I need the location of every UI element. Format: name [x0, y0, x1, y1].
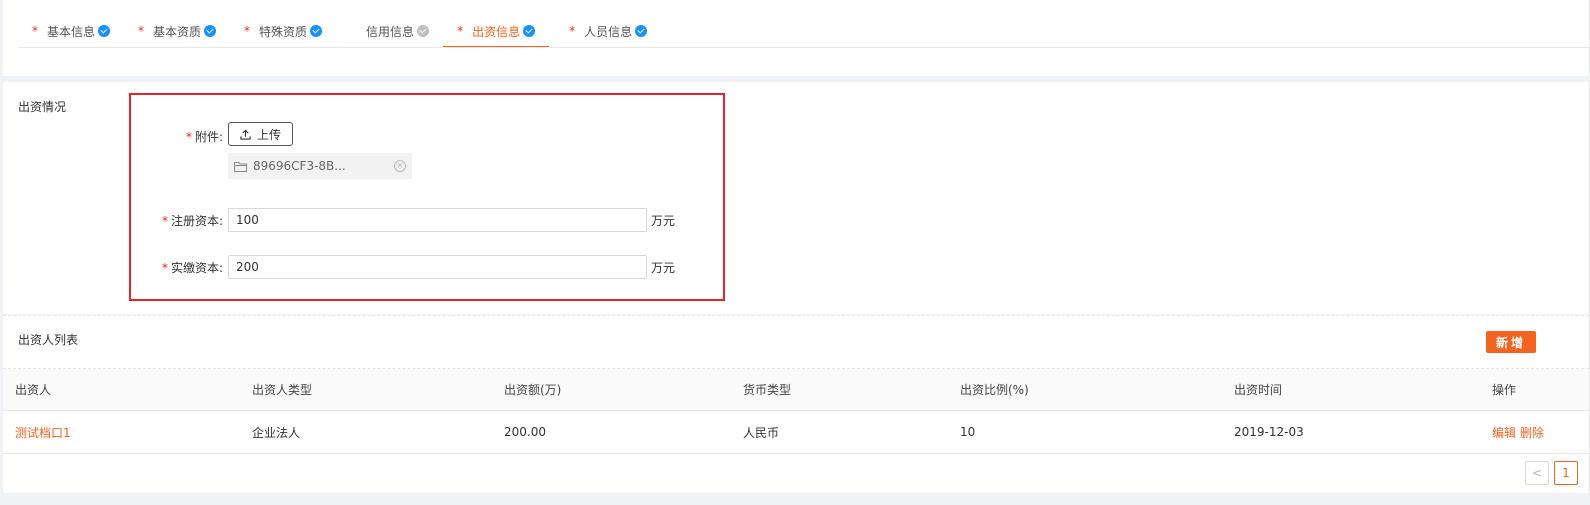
tabs-card: * 基本信息 * 基本资质 * 特殊资质 信用信息 * 出资信息 * 人员信息	[3, 0, 1590, 76]
column-header: 操作	[1492, 383, 1517, 397]
column-header: 出资人类型	[252, 383, 313, 397]
currency-type: 人民币	[743, 425, 780, 440]
investment-ratio: 10	[960, 425, 976, 439]
required-mark: *	[569, 24, 576, 38]
check-circle-icon	[635, 25, 648, 37]
upload-icon	[240, 129, 251, 140]
check-circle-icon	[204, 25, 217, 37]
column-header: 出资额(万)	[504, 383, 562, 397]
table-row: 测试档口1 企业法人 200.00 人民币 10 2019-12-03 编辑 删…	[3, 411, 1589, 454]
required-mark: *	[32, 24, 38, 38]
tab-special-qualification[interactable]: * 特殊资质	[230, 14, 336, 48]
required-mark: *	[244, 24, 251, 38]
tab-basic-qualification[interactable]: * 基本资质	[124, 14, 230, 48]
folder-icon	[234, 161, 247, 172]
required-mark: *	[457, 24, 464, 38]
column-header: 出资时间	[1234, 383, 1283, 397]
step-tabs: * 基本信息 * 基本资质 * 特殊资质 信用信息 * 出资信息 * 人员信息	[18, 14, 661, 48]
divider	[3, 315, 1589, 316]
paid-capital-unit: 万元	[651, 261, 676, 275]
remove-file-icon[interactable]: ×	[394, 160, 406, 172]
column-header: 货币类型	[743, 383, 792, 397]
check-circle-icon	[98, 25, 111, 37]
tab-credit-info[interactable]: 信用信息	[336, 14, 443, 48]
tab-label: 出资信息	[472, 24, 521, 39]
capital-section: 出资情况 *附件: 上传 89696CF3-8B... × *注册资本: 万元	[3, 82, 1590, 314]
investor-type: 企业法人	[252, 425, 301, 440]
required-mark: *	[161, 214, 168, 228]
tabs-divider	[18, 47, 1589, 48]
registered-capital-input[interactable]	[228, 208, 647, 232]
edit-link[interactable]: 编辑	[1492, 424, 1516, 441]
paid-capital-input[interactable]	[228, 255, 647, 279]
tab-label: 人员信息	[584, 24, 633, 39]
paid-capital-label: * 实缴资本:	[143, 259, 223, 276]
tab-capital-info[interactable]: * 出资信息	[443, 14, 550, 48]
investors-section: 出资人列表 新增 出资人 出资人类型 出资额(万) 货币类型 出资比例(%) 出…	[3, 315, 1590, 493]
tab-label: 信用信息	[366, 24, 415, 39]
registered-capital-unit: 万元	[651, 214, 676, 228]
check-circle-icon	[310, 25, 323, 37]
pagination-page-1[interactable]: 1	[1554, 461, 1578, 485]
attachment-file[interactable]: 89696CF3-8B... ×	[228, 153, 412, 179]
tab-label: 特殊资质	[259, 24, 308, 39]
tab-personnel-info[interactable]: * 人员信息	[549, 14, 661, 48]
attachment-label: * 附件:	[163, 128, 223, 145]
registered-capital-label: * 注册资本:	[143, 212, 223, 229]
paid-capital-label-text: 实缴资本:	[170, 261, 223, 275]
column-header: 出资人	[15, 383, 52, 397]
delete-link[interactable]: 删除	[1520, 424, 1544, 441]
tab-label: 基本资质	[153, 24, 202, 39]
upload-button[interactable]: 上传	[228, 122, 293, 146]
required-mark: *	[185, 130, 192, 144]
tab-label: 基本信息	[47, 24, 96, 39]
add-investor-button[interactable]: 新增	[1486, 331, 1536, 353]
investment-amount: 200.00	[504, 425, 546, 439]
row-actions: 编辑 删除	[1492, 411, 1548, 453]
tab-basic-info[interactable]: * 基本信息	[18, 14, 124, 48]
pagination-prev-button[interactable]: <	[1525, 461, 1549, 485]
check-circle-icon	[417, 25, 430, 37]
investor-name-link[interactable]: 测试档口1	[15, 411, 71, 453]
column-header: 出资比例(%)	[960, 383, 1029, 397]
required-mark: *	[161, 261, 168, 275]
attachment-label-text: 附件:	[194, 130, 223, 144]
table-header: 出资人 出资人类型 出资额(万) 货币类型 出资比例(%) 出资时间 操作	[3, 369, 1589, 411]
page: * 基本信息 * 基本资质 * 特殊资质 信用信息 * 出资信息 * 人员信息 …	[0, 0, 1590, 505]
check-circle-icon	[523, 25, 536, 37]
upload-button-label: 上传	[256, 127, 281, 142]
required-mark: *	[138, 24, 145, 38]
investment-date: 2019-12-03	[1234, 425, 1304, 439]
file-name: 89696CF3-8B...	[253, 159, 346, 173]
capital-section-title: 出资情况	[18, 100, 67, 114]
investors-section-title: 出资人列表	[18, 333, 79, 347]
registered-capital-label-text: 注册资本:	[170, 214, 223, 228]
